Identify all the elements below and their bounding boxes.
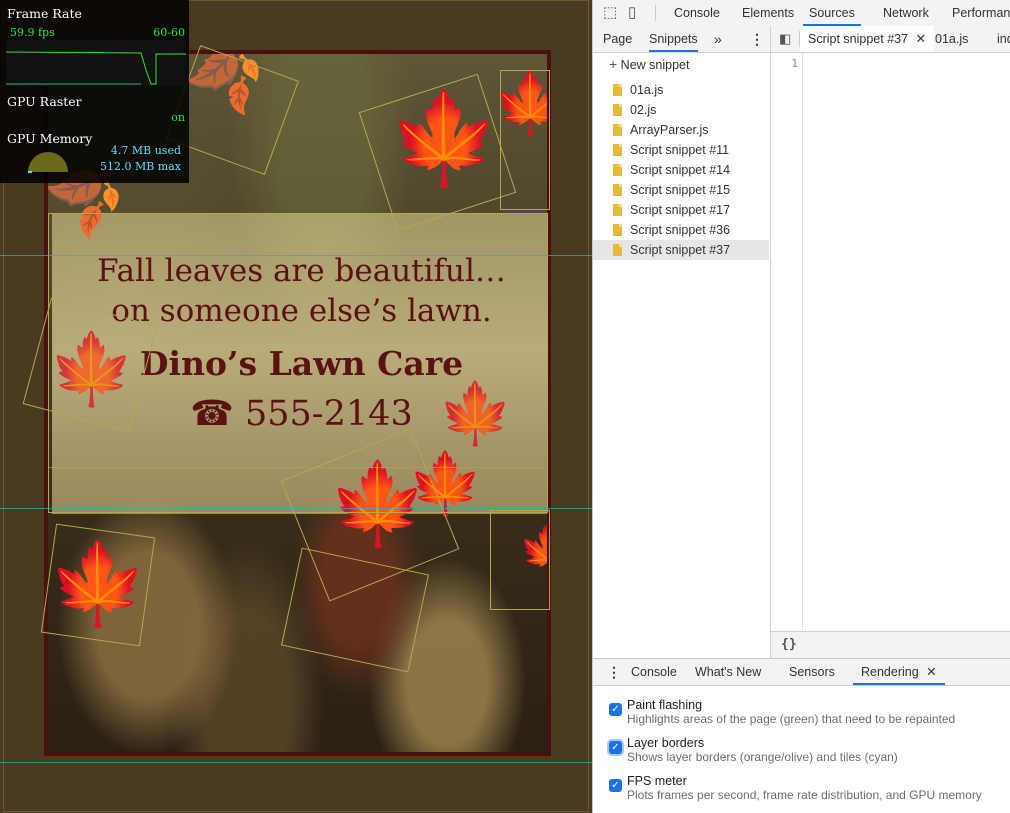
snippet-item[interactable]: Script snippet #11 <box>593 140 769 160</box>
more-tabs-icon[interactable]: » <box>714 26 722 52</box>
code-editor: ◧ Script snippet #37 ✕ 01a.js index 1 {} <box>771 26 1010 659</box>
tab-console[interactable]: Console <box>674 0 720 26</box>
file-icon <box>613 224 622 236</box>
file-icon <box>613 164 622 176</box>
file-icon <box>613 124 622 136</box>
fps-meter-checkbox[interactable]: ✓ <box>609 779 622 792</box>
option-description: Plots frames per second, frame rate dist… <box>627 788 982 802</box>
option-title: FPS meter <box>627 774 687 788</box>
new-snippet-button[interactable]: + New snippet <box>609 56 689 72</box>
navigator-tabs: Page Snippets » ⋮ <box>593 26 770 53</box>
snippet-name: 02.js <box>630 103 657 117</box>
kebab-menu-icon[interactable]: ⋮ <box>750 26 764 52</box>
new-snippet-label: New snippet <box>620 58 690 72</box>
tab-snippets[interactable]: Snippets <box>649 26 698 52</box>
tile-border <box>0 255 592 256</box>
file-icon <box>613 184 622 196</box>
tab-performance[interactable]: Performance <box>952 0 1010 26</box>
snippet-name: Script snippet #37 <box>630 243 731 257</box>
fps-meter: Frame Rate 59.9 fps 60-60 GPU Raster on … <box>0 0 189 183</box>
close-icon[interactable]: ✕ <box>926 665 936 679</box>
editor-tab-active[interactable]: Script snippet #37 ✕ <box>800 26 935 52</box>
tile-border <box>0 762 592 763</box>
gpu-raster-label: GPU Raster <box>7 94 82 109</box>
snippet-name: Script snippet #17 <box>630 203 731 217</box>
snippet-name: Script snippet #36 <box>630 223 731 237</box>
layer-border <box>40 523 156 647</box>
code-area[interactable] <box>803 53 1010 630</box>
option-description: Highlights areas of the page (green) tha… <box>627 712 956 726</box>
snippet-item[interactable]: ArrayParser.js <box>593 120 769 140</box>
file-icon <box>613 84 622 96</box>
drawer-tab-rendering[interactable]: Rendering ✕ <box>853 659 945 685</box>
snippet-item[interactable]: 01a.js <box>593 80 769 100</box>
devtools-toolbar: ⬚ ▯ Console Elements Sources Network Per… <box>593 0 1010 27</box>
snippet-name: Script snippet #15 <box>630 183 731 197</box>
fps-value: 59.9 fps <box>10 26 55 39</box>
snippet-name: ArrayParser.js <box>630 123 709 137</box>
snippet-list: 01a.js 02.js ArrayParser.js Script snipp… <box>593 80 769 260</box>
snippet-item[interactable]: Script snippet #17 <box>593 200 769 220</box>
frame-rate-label: Frame Rate <box>7 6 82 21</box>
tile-border <box>0 508 592 509</box>
drawer-menu-icon[interactable]: ⋮ <box>607 659 621 685</box>
layer-border <box>490 510 550 610</box>
layer-border <box>500 70 550 210</box>
snippet-item-selected[interactable]: Script snippet #37 <box>593 240 769 260</box>
tab-sources[interactable]: Sources <box>803 0 861 26</box>
option-title: Paint flashing <box>627 698 703 712</box>
editor-tab[interactable]: 01a.js <box>935 26 968 52</box>
tab-page[interactable]: Page <box>603 26 632 52</box>
gpu-memory-used: 4.7 MB used <box>110 144 181 157</box>
option-description: Shows layer borders (orange/olive) and t… <box>627 750 898 764</box>
editor-tab[interactable]: index <box>997 26 1010 52</box>
editor-tabs: ◧ Script snippet #37 ✕ 01a.js index <box>771 26 1010 53</box>
drawer-tab-sensors[interactable]: Sensors <box>789 659 835 685</box>
toolbar-separator <box>655 5 656 21</box>
snippet-name: Script snippet #11 <box>630 143 730 157</box>
snippet-item[interactable]: Script snippet #14 <box>593 160 769 180</box>
file-icon <box>613 104 622 116</box>
file-icon <box>613 144 622 156</box>
editor-status-bar: {} <box>771 631 1010 659</box>
device-toolbar-icon[interactable]: ▯ <box>628 0 636 26</box>
sources-navigator: Page Snippets » ⋮ + New snippet 01a.js 0… <box>593 26 771 658</box>
inspect-element-icon[interactable]: ⬚ <box>603 0 617 26</box>
pretty-print-button[interactable]: {} <box>781 637 797 652</box>
snippet-item[interactable]: Script snippet #36 <box>593 220 769 240</box>
rendering-panel: ✓ Paint flashing Highlights areas of the… <box>593 686 1010 813</box>
file-icon <box>613 244 622 256</box>
snippet-item[interactable]: Script snippet #15 <box>593 180 769 200</box>
fps-range: 60-60 <box>153 26 185 39</box>
drawer-tab-console[interactable]: Console <box>631 659 677 685</box>
close-icon[interactable]: ✕ <box>916 32 926 46</box>
gpu-memory-label: GPU Memory <box>7 131 93 146</box>
plus-icon: + <box>609 56 618 72</box>
snippet-item[interactable]: 02.js <box>593 100 769 120</box>
drawer-tabbar: ⋮ Console What's New Sensors Rendering ✕ <box>593 658 1010 686</box>
tab-network[interactable]: Network <box>883 0 929 26</box>
line-number: 1 <box>791 57 798 70</box>
tab-elements[interactable]: Elements <box>742 0 794 26</box>
file-icon <box>613 204 622 216</box>
drawer-tab-whats-new[interactable]: What's New <box>695 659 761 685</box>
gpu-memory-gauge <box>28 152 68 173</box>
devtools-panel: ⬚ ▯ Console Elements Sources Network Per… <box>592 0 1010 813</box>
snippet-name: 01a.js <box>630 83 664 97</box>
paint-flashing-checkbox[interactable]: ✓ <box>609 703 622 716</box>
fps-graph <box>6 40 186 86</box>
toggle-navigator-icon[interactable]: ◧ <box>779 26 791 52</box>
drawer-tab-rendering-label: Rendering <box>861 665 919 679</box>
gpu-raster-status: on <box>171 111 185 124</box>
editor-tab-label: Script snippet #37 <box>808 32 909 46</box>
gpu-memory-max: 512.0 MB max <box>99 160 181 173</box>
snippet-name: Script snippet #14 <box>630 163 731 177</box>
option-title: Layer borders <box>627 736 705 750</box>
layer-borders-checkbox[interactable]: ✓ <box>609 741 622 754</box>
line-gutter: 1 <box>771 53 803 630</box>
